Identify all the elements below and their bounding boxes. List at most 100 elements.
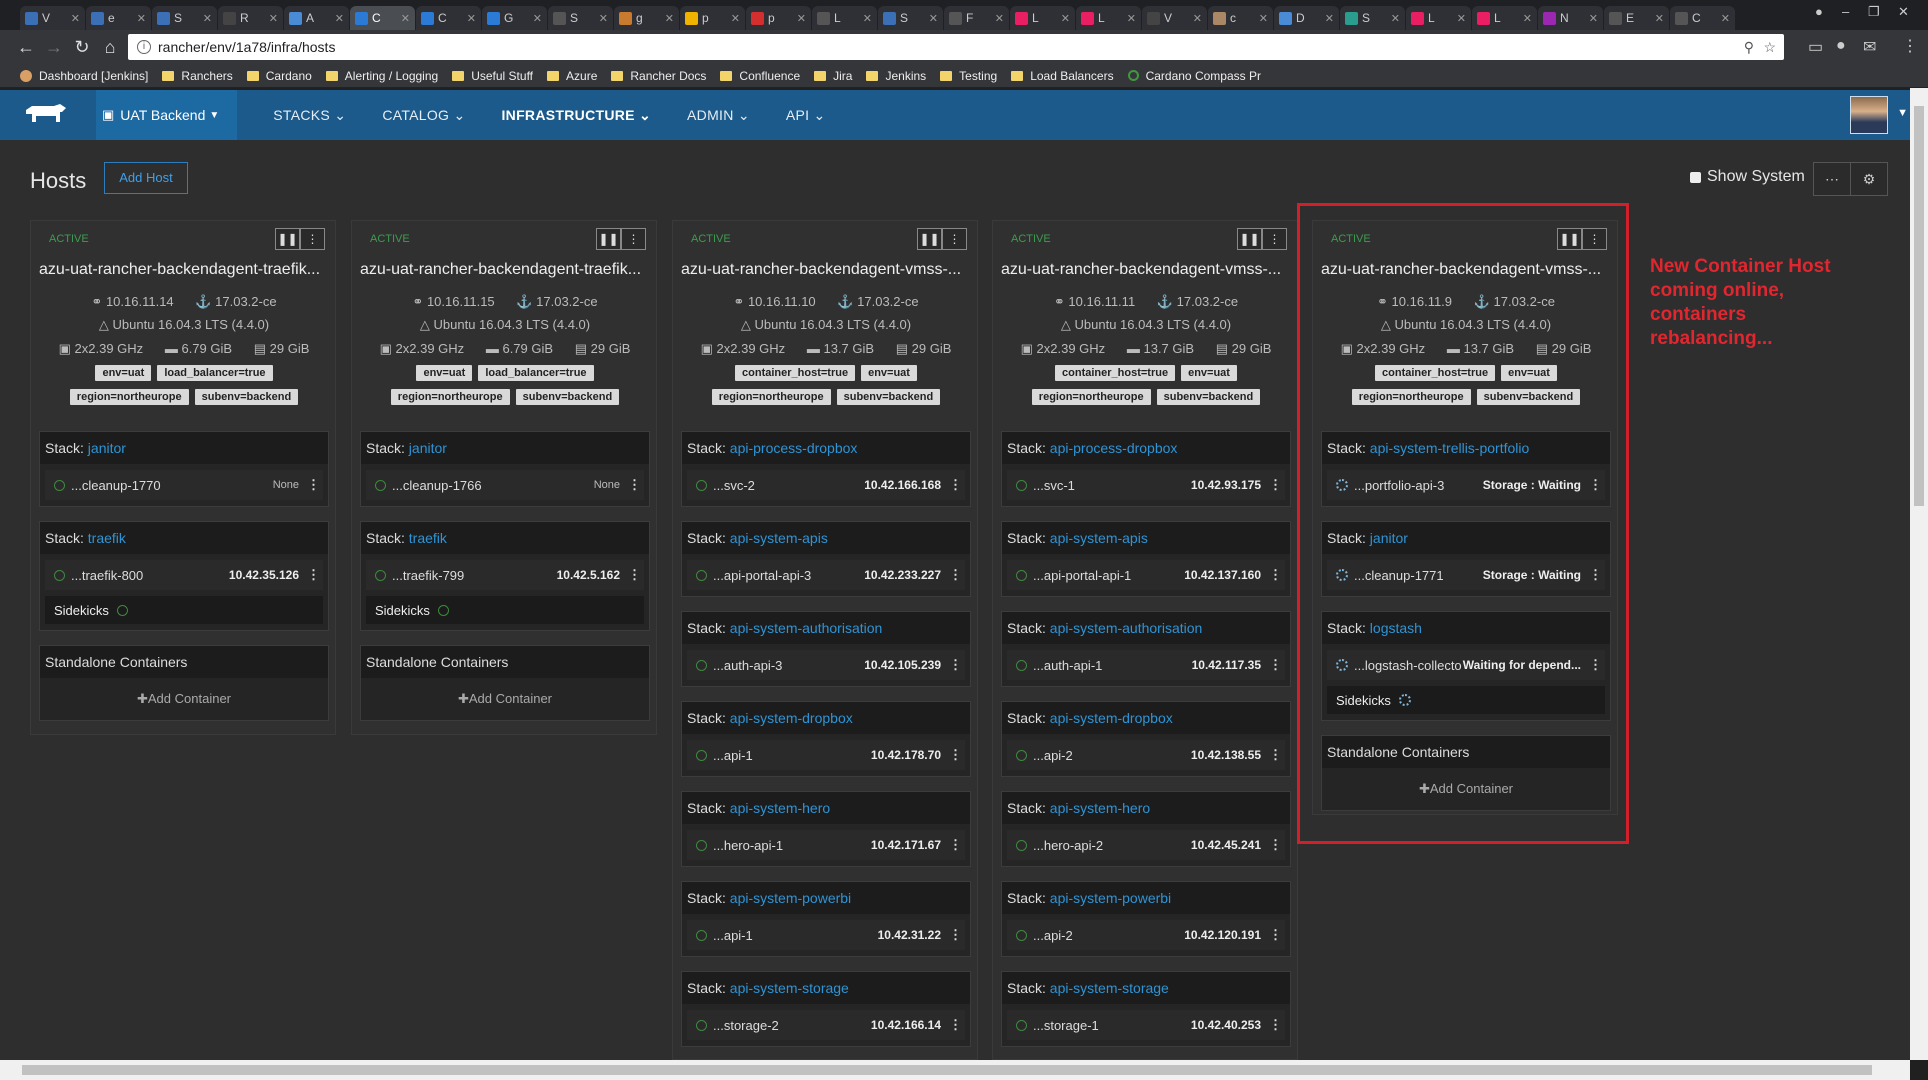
container-name[interactable]: ...traefik-799	[392, 568, 557, 583]
bookmark-item[interactable]: Confluence	[720, 69, 800, 83]
container-name[interactable]: ...api-2	[1033, 928, 1184, 943]
container-name[interactable]: ...hero-api-2	[1033, 838, 1191, 853]
browser-tab[interactable]: S ✕	[1340, 6, 1405, 30]
browser-tab[interactable]: L ✕	[1472, 6, 1537, 30]
host-name[interactable]: azu-uat-rancher-backendagent-traefik...	[39, 261, 331, 279]
stack-link[interactable]: api-system-apis	[1050, 530, 1148, 546]
browser-tab[interactable]: C ✕	[416, 6, 481, 30]
container-menu-icon[interactable]: ⋮	[1269, 657, 1282, 673]
nav-item-infrastructure[interactable]: INFRASTRUCTURE ⌄	[501, 107, 651, 124]
tab-close-icon[interactable]: ✕	[1325, 12, 1334, 25]
bookmark-item[interactable]: Ranchers	[162, 69, 233, 83]
stack-link[interactable]: api-system-powerbi	[730, 890, 851, 906]
stack-link[interactable]: traefik	[88, 530, 126, 546]
browser-tab[interactable]: p ✕	[680, 6, 745, 30]
container-menu-icon[interactable]: ⋮	[628, 567, 641, 583]
browser-tab[interactable]: V ✕	[20, 6, 85, 30]
container-menu-icon[interactable]: ⋮	[949, 477, 962, 493]
zoom-icon[interactable]: ⚲	[1744, 34, 1754, 60]
show-system-checkbox[interactable]	[1690, 171, 1701, 183]
container-row[interactable]: ...traefik-800 10.42.35.126 ⋮	[45, 560, 323, 590]
sidekicks-row[interactable]: Sidekicks	[45, 596, 323, 624]
browser-tab[interactable]: L ✕	[1406, 6, 1471, 30]
stack-link[interactable]: api-process-dropbox	[730, 440, 858, 456]
host-name[interactable]: azu-uat-rancher-backendagent-traefik...	[360, 261, 652, 279]
vertical-scrollbar[interactable]	[1910, 88, 1928, 1060]
nav-item-api[interactable]: API ⌄	[786, 107, 826, 124]
container-row[interactable]: ...api-1 10.42.31.22 ⋮	[687, 920, 965, 950]
avatar-chevron-icon[interactable]: ▼	[1897, 107, 1908, 119]
host-menu-button[interactable]: ⋮	[621, 228, 646, 250]
container-name[interactable]: ...storage-2	[713, 1018, 871, 1033]
stack-link[interactable]: api-system-hero	[730, 800, 830, 816]
tab-close-icon[interactable]: ✕	[1457, 12, 1466, 25]
nav-item-stacks[interactable]: STACKS ⌄	[273, 107, 346, 124]
tab-close-icon[interactable]: ✕	[929, 12, 938, 25]
stack-link[interactable]: traefik	[409, 530, 447, 546]
tab-close-icon[interactable]: ✕	[467, 12, 476, 25]
environment-selector[interactable]: ▣ UAT Backend ▼	[96, 90, 238, 140]
back-icon[interactable]: ←	[12, 37, 40, 58]
forward-icon[interactable]: →	[40, 37, 68, 58]
browser-tab[interactable]: R ✕	[218, 6, 283, 30]
tab-close-icon[interactable]: ✕	[71, 12, 80, 25]
extension-cast-icon[interactable]: ▭	[1808, 37, 1823, 57]
container-name[interactable]: ...api-1	[713, 748, 871, 763]
container-row[interactable]: ...cleanup-1766 None ⋮	[366, 470, 644, 500]
add-container-button[interactable]: ✚Add Container	[40, 678, 328, 720]
browser-tab[interactable]: S ✕	[878, 6, 943, 30]
bookmark-item[interactable]: Azure	[547, 69, 597, 83]
user-avatar[interactable]	[1850, 96, 1888, 134]
container-row[interactable]: ...traefik-799 10.42.5.162 ⋮	[366, 560, 644, 590]
tab-close-icon[interactable]: ✕	[1721, 12, 1730, 25]
stack-link[interactable]: api-system-storage	[1050, 980, 1169, 996]
browser-tab[interactable]: G ✕	[482, 6, 547, 30]
container-menu-icon[interactable]: ⋮	[949, 837, 962, 853]
tab-close-icon[interactable]: ✕	[335, 12, 344, 25]
container-name[interactable]: ...auth-api-3	[713, 658, 864, 673]
tab-close-icon[interactable]: ✕	[203, 12, 212, 25]
stack-link[interactable]: api-system-powerbi	[1050, 890, 1171, 906]
stack-link[interactable]: api-system-dropbox	[730, 710, 853, 726]
browser-tab[interactable]: F ✕	[944, 6, 1009, 30]
browser-tab[interactable]: c ✕	[1208, 6, 1273, 30]
tab-close-icon[interactable]: ✕	[533, 12, 542, 25]
url-field[interactable]: i rancher/env/1a78/infra/hosts ⚲ ☆	[128, 34, 1784, 60]
bookmark-item[interactable]: Jenkins	[866, 69, 926, 83]
browser-tab[interactable]: N ✕	[1538, 6, 1603, 30]
host-menu-button[interactable]: ⋮	[300, 228, 325, 250]
show-system-toggle[interactable]: Show System	[1690, 168, 1805, 186]
container-row[interactable]: ...api-2 10.42.120.191 ⋮	[1007, 920, 1285, 950]
chrome-menu-icon[interactable]: ⋮	[1902, 36, 1918, 56]
browser-tab[interactable]: L ✕	[1010, 6, 1075, 30]
stack-link[interactable]: api-system-authorisation	[1050, 620, 1203, 636]
stack-link[interactable]: api-system-apis	[730, 530, 828, 546]
browser-tab[interactable]: L ✕	[1076, 6, 1141, 30]
sidekicks-row[interactable]: Sidekicks	[366, 596, 644, 624]
restore-icon[interactable]: ❐	[1868, 4, 1880, 20]
container-row[interactable]: ...cleanup-1770 None ⋮	[45, 470, 323, 500]
tab-close-icon[interactable]: ✕	[995, 12, 1004, 25]
bookmark-item[interactable]: Rancher Docs	[611, 69, 706, 83]
extension-circle-icon[interactable]: ●	[1836, 37, 1846, 55]
horizontal-scrollbar[interactable]	[0, 1060, 1910, 1080]
bookmark-item[interactable]: Cardano Compass Pr	[1127, 69, 1261, 83]
container-menu-icon[interactable]: ⋮	[949, 927, 962, 943]
bookmark-item[interactable]: Useful Stuff	[452, 69, 533, 83]
stack-link[interactable]: janitor	[409, 440, 447, 456]
host-name[interactable]: azu-uat-rancher-backendagent-vmss-...	[681, 261, 973, 279]
stack-link[interactable]: api-system-authorisation	[730, 620, 883, 636]
container-row[interactable]: ...api-portal-api-3 10.42.233.227 ⋮	[687, 560, 965, 590]
bookmark-item[interactable]: Testing	[940, 69, 997, 83]
container-row[interactable]: ...hero-api-2 10.42.45.241 ⋮	[1007, 830, 1285, 860]
bookmark-item[interactable]: Jira	[814, 69, 852, 83]
container-name[interactable]: ...hero-api-1	[713, 838, 871, 853]
container-row[interactable]: ...auth-api-3 10.42.105.239 ⋮	[687, 650, 965, 680]
add-container-button[interactable]: ✚Add Container	[361, 678, 649, 720]
container-menu-icon[interactable]: ⋮	[307, 477, 320, 493]
container-name[interactable]: ...svc-1	[1033, 478, 1191, 493]
container-name[interactable]: ...api-portal-api-1	[1033, 568, 1184, 583]
tab-close-icon[interactable]: ✕	[863, 12, 872, 25]
browser-tab[interactable]: p ✕	[746, 6, 811, 30]
container-row[interactable]: ...storage-2 10.42.166.14 ⋮	[687, 1010, 965, 1040]
